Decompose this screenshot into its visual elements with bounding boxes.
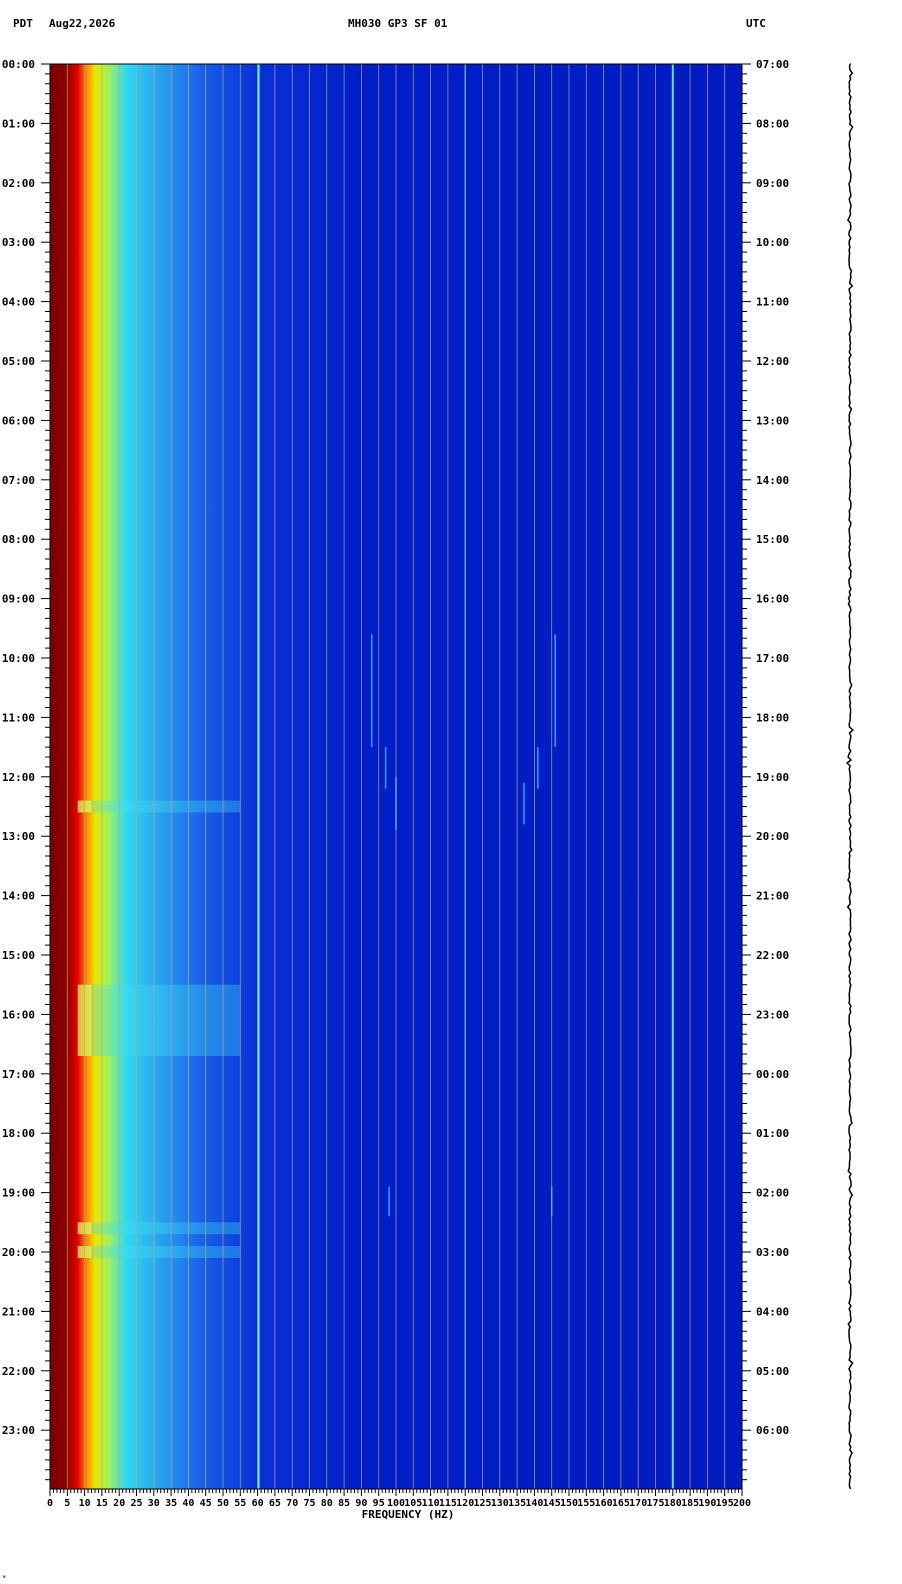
x-tick-label: 145: [543, 1498, 561, 1509]
y-tick-label-left: 15:00: [2, 949, 35, 962]
y-tick-label-left: 01:00: [2, 117, 35, 130]
y-tick-label-left: 09:00: [2, 593, 35, 606]
x-tick-label: 150: [560, 1498, 578, 1509]
x-tick-label: 80: [321, 1498, 333, 1509]
spectrogram-chart: 0 5 10 15 20 25 30 35 40 45 50 55 60 65 70 75 80 85 90 95 10…: [2, 58, 855, 1521]
x-tick-label: 165: [612, 1498, 630, 1509]
x-tick-label: 130: [491, 1498, 509, 1509]
y-tick-label-right: 13:00: [756, 414, 789, 427]
y-tick-label-right: 00:00: [756, 1068, 789, 1081]
x-tick-label: 195: [716, 1498, 734, 1509]
x-tick-label: 40: [182, 1498, 194, 1509]
x-tick-label: 10: [79, 1498, 91, 1509]
y-tick-label-right: 17:00: [756, 652, 789, 665]
x-tick-label: 5: [64, 1498, 70, 1509]
x-tick-label: 175: [646, 1498, 664, 1509]
seismic-trace-line: [845, 63, 855, 1490]
x-tick-label: 50: [217, 1498, 229, 1509]
y-tick-label-right: 10:00: [756, 236, 789, 249]
x-tick-label: 15: [96, 1498, 108, 1509]
x-tick-label: 25: [130, 1498, 142, 1509]
y-tick-label-left: 21:00: [2, 1305, 35, 1318]
x-tick-label: 170: [629, 1498, 647, 1509]
y-tick-label-left: 05:00: [2, 355, 35, 368]
x-tick-label: 35: [165, 1498, 177, 1509]
y-tick-label-left: 16:00: [2, 1008, 35, 1021]
x-tick-label: 180: [664, 1498, 682, 1509]
y-tick-label-left: 17:00: [2, 1068, 35, 1081]
y-tick-label-right: 07:00: [756, 58, 789, 71]
y-tick-label-right: 23:00: [756, 1008, 789, 1021]
y-tick-label-left: 14:00: [2, 890, 35, 903]
y-tick-label-left: 06:00: [2, 414, 35, 427]
x-tick-label: 0: [47, 1498, 53, 1509]
x-tick-label: 65: [269, 1498, 281, 1509]
y-tick-label-right: 06:00: [756, 1424, 789, 1437]
y-tick-label-right: 09:00: [756, 177, 789, 190]
y-tick-label-right: 04:00: [756, 1305, 789, 1318]
y-tick-label-right: 18:00: [756, 711, 789, 724]
y-tick-label-left: 02:00: [2, 177, 35, 190]
y-tick-label-right: 12:00: [756, 355, 789, 368]
y-tick-label-right: 21:00: [756, 890, 789, 903]
x-tick-label: 45: [200, 1498, 212, 1509]
x-ticks: 0 5 10 15 20 25 30 35 40 45 50 55 60 65 70 75 80 85 90 95 10…: [47, 1489, 751, 1509]
y-tick-label-right: 19:00: [756, 771, 789, 784]
y-tick-label-left: 18:00: [2, 1127, 35, 1140]
x-tick-label: 55: [234, 1498, 246, 1509]
y-tick-label-left: 12:00: [2, 771, 35, 784]
x-tick-label: 70: [286, 1498, 298, 1509]
y-tick-label-right: 05:00: [756, 1365, 789, 1378]
x-tick-label: 85: [338, 1498, 350, 1509]
x-tick-label: 125: [473, 1498, 491, 1509]
y-tick-label-right: 11:00: [756, 296, 789, 309]
x-tick-label: 75: [303, 1498, 315, 1509]
y-tick-label-left: 13:00: [2, 830, 35, 843]
y-tick-label-right: 08:00: [756, 117, 789, 130]
x-tick-label: 190: [698, 1498, 716, 1509]
x-tick-label: 30: [148, 1498, 160, 1509]
y-tick-label-right: 22:00: [756, 949, 789, 962]
y-tick-label-left: 11:00: [2, 711, 35, 724]
y-tick-label-right: 02:00: [756, 1187, 789, 1200]
y-tick-label-right: 15:00: [756, 533, 789, 546]
y-tick-label-left: 22:00: [2, 1365, 35, 1378]
y-tick-label-left: 04:00: [2, 296, 35, 309]
y-tick-label-left: 19:00: [2, 1187, 35, 1200]
x-axis-label: FREQUENCY (HZ): [362, 1508, 455, 1521]
x-tick-label: 60: [252, 1498, 264, 1509]
y-tick-label-left: 10:00: [2, 652, 35, 665]
y-tick-label-right: 03:00: [756, 1246, 789, 1259]
x-tick-label: 120: [456, 1498, 474, 1509]
x-tick-label: 200: [733, 1498, 751, 1509]
x-tick-label: 160: [595, 1498, 613, 1509]
x-tick-label: 20: [113, 1498, 125, 1509]
x-tick-label: 140: [525, 1498, 543, 1509]
y-tick-label-left: 07:00: [2, 474, 35, 487]
y-tick-label-left: 08:00: [2, 533, 35, 546]
y-tick-label-right: 16:00: [756, 593, 789, 606]
y-tick-label-left: 23:00: [2, 1424, 35, 1437]
x-tick-label: 155: [577, 1498, 595, 1509]
y-tick-label-right: 20:00: [756, 830, 789, 843]
x-tick-label: 185: [681, 1498, 699, 1509]
y-tick-label-right: 14:00: [756, 474, 789, 487]
y-tick-label-left: 03:00: [2, 236, 35, 249]
x-tick-label: 135: [508, 1498, 526, 1509]
y-tick-label-left: 00:00: [2, 58, 35, 71]
y-tick-label-right: 01:00: [756, 1127, 789, 1140]
y-tick-label-left: 20:00: [2, 1246, 35, 1259]
seismic-trace: [845, 63, 855, 1490]
footer-mark: *: [2, 1574, 7, 1582]
